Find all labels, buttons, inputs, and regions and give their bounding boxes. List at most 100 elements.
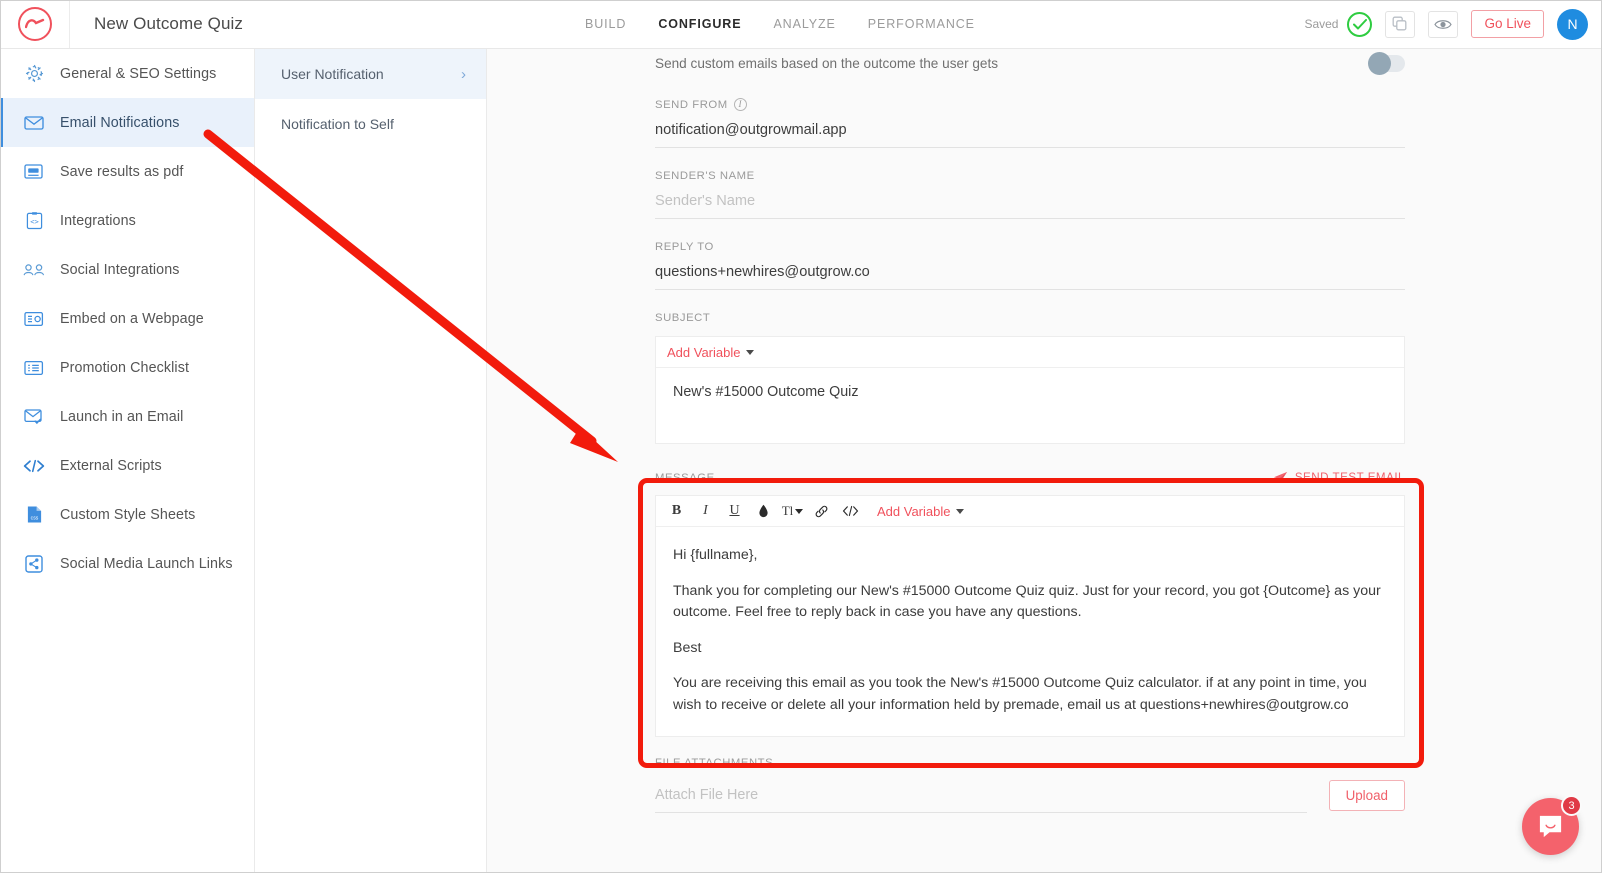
sidebar-item-launch-in-an-email[interactable]: Launch in an Email	[0, 392, 254, 441]
saved-check-icon	[1347, 11, 1373, 37]
main-content: Send custom emails based on the outcome …	[487, 49, 1602, 873]
message-paragraph: Hi {fullname},	[673, 547, 758, 563]
paper-plane-icon	[1273, 471, 1288, 484]
sidebar-label: External Scripts	[60, 457, 162, 474]
sender-name-input[interactable]: Sender's Name	[655, 193, 1405, 219]
tab-configure[interactable]: CONFIGURE	[658, 17, 741, 31]
sidebar-label: Launch in an Email	[60, 408, 184, 425]
user-avatar[interactable]: N	[1557, 8, 1588, 40]
main-nav-tabs: BUILD CONFIGURE ANALYZE PERFORMANCE	[585, 0, 975, 48]
intercom-launcher[interactable]: 3	[1522, 795, 1582, 855]
file-attachments-field: FILE ATTACHMENTS Attach File Here Upload	[655, 757, 1405, 814]
sender-name-label: SENDER'S NAME	[655, 170, 755, 182]
subject-input[interactable]: New's #15000 Outcome Quiz	[656, 368, 1404, 443]
tab-analyze[interactable]: ANALYZE	[773, 17, 835, 31]
tab-build[interactable]: BUILD	[585, 17, 626, 31]
sidebar-item-promotion-checklist[interactable]: Promotion Checklist	[0, 343, 254, 392]
subject-add-variable-label: Add Variable	[667, 344, 741, 360]
subnav-item-user-notification[interactable]: User Notification ›	[255, 49, 486, 99]
sidebar-label: Social Integrations	[60, 261, 180, 278]
chevron-down-icon	[746, 349, 755, 355]
duplicate-icon[interactable]	[1385, 10, 1416, 38]
sidebar-label: Integrations	[60, 212, 136, 229]
subject-toolbar: Add Variable	[656, 337, 1404, 368]
email-notification-subnav: User Notification › Notification to Self	[255, 49, 487, 873]
outgrow-logo-icon	[17, 7, 52, 41]
sender-name-field: SENDER'S NAME Sender's Name	[655, 170, 1405, 219]
sidebar-label: Email Notifications	[60, 114, 180, 131]
underline-icon[interactable]: U	[720, 496, 749, 526]
send-from-label: SEND FROM i	[655, 98, 1405, 111]
text-size-icon[interactable]: Tl	[778, 496, 807, 526]
checklist-icon	[22, 357, 46, 379]
saved-status-label: Saved	[1304, 17, 1339, 31]
embed-icon	[22, 308, 46, 330]
enable-custom-emails-toggle[interactable]	[1368, 52, 1405, 75]
top-bar-actions: Saved Go Live N	[1304, 0, 1588, 48]
upload-button[interactable]: Upload	[1328, 780, 1405, 812]
sidebar-item-external-scripts[interactable]: External Scripts	[0, 441, 254, 490]
reply-to-label: REPLY TO	[655, 241, 714, 253]
gear-icon	[22, 63, 46, 85]
file-attachments-label: FILE ATTACHMENTS	[655, 757, 774, 770]
preview-eye-icon[interactable]	[1428, 10, 1459, 38]
sidebar-label: General & SEO Settings	[60, 65, 217, 82]
integrations-icon: <>	[22, 210, 46, 232]
bold-icon[interactable]: B	[662, 496, 691, 526]
message-header: MESSAGE SEND TEST EMAIL	[655, 464, 1405, 484]
reply-to-field: REPLY TO questions+newhires@outgrow.co	[655, 241, 1405, 290]
text-color-icon[interactable]	[749, 496, 778, 526]
message-paragraph: You are receiving this email as you took…	[673, 675, 1367, 713]
sidebar-item-social-media-launch-links[interactable]: Social Media Launch Links	[0, 539, 254, 588]
reply-to-input[interactable]: questions+newhires@outgrow.co	[655, 264, 1405, 290]
sidebar-label: Save results as pdf	[60, 163, 184, 180]
intro-row: Send custom emails based on the outcome …	[655, 49, 1405, 76]
app-root: New Outcome Quiz BUILD CONFIGURE ANALYZE…	[0, 0, 1602, 873]
message-add-variable-button[interactable]: Add Variable	[877, 504, 965, 519]
send-from-input[interactable]: notification@outgrowmail.app	[655, 122, 1405, 148]
sidebar-item-general-seo-settings[interactable]: General & SEO Settings	[0, 49, 254, 98]
logo-container[interactable]	[0, 0, 70, 48]
settings-sidebar: General & SEO Settings Email Notificatio…	[0, 49, 255, 873]
svg-text:css: css	[30, 516, 38, 522]
link-icon[interactable]	[807, 496, 836, 526]
message-label: MESSAGE	[655, 472, 715, 484]
code-icon	[22, 455, 46, 477]
send-test-email-label: SEND TEST EMAIL	[1294, 471, 1405, 484]
sidebar-item-email-notifications[interactable]: Email Notifications	[0, 98, 254, 147]
go-live-button[interactable]: Go Live	[1471, 9, 1544, 39]
sidebar-item-save-results-as-pdf[interactable]: Save results as pdf	[0, 147, 254, 196]
message-body-input[interactable]: Hi {fullname}, Thank you for completing …	[656, 527, 1404, 736]
message-toolbar: B I U Tl Add Variable	[656, 496, 1404, 527]
sidebar-item-embed-on-a-webpage[interactable]: Embed on a Webpage	[0, 294, 254, 343]
svg-text:<>: <>	[30, 217, 39, 226]
toggle-knob	[1368, 52, 1391, 75]
sidebar-label: Custom Style Sheets	[60, 506, 196, 523]
subject-editor: Add Variable New's #15000 Outcome Quiz	[655, 336, 1405, 444]
css-file-icon: css	[22, 504, 46, 526]
sidebar-item-integrations[interactable]: <> Integrations	[0, 196, 254, 245]
sidebar-label: Embed on a Webpage	[60, 310, 204, 327]
subnav-label: User Notification	[281, 66, 384, 82]
subnav-item-notification-to-self[interactable]: Notification to Self	[255, 99, 486, 149]
intro-description: Send custom emails based on the outcome …	[655, 56, 999, 71]
quiz-title[interactable]: New Outcome Quiz	[94, 14, 243, 34]
chevron-down-icon	[956, 508, 965, 514]
sidebar-label: Promotion Checklist	[60, 359, 190, 376]
envelope-check-icon	[22, 406, 46, 428]
sidebar-item-custom-style-sheets[interactable]: css Custom Style Sheets	[0, 490, 254, 539]
sidebar-item-social-integrations[interactable]: Social Integrations	[0, 245, 254, 294]
italic-icon[interactable]: I	[691, 496, 720, 526]
subject-add-variable-button[interactable]: Add Variable	[667, 344, 755, 360]
message-editor: B I U Tl Add Variable Hi {fullname}, Tha…	[655, 495, 1405, 738]
send-from-field: SEND FROM i notification@outgrowmail.app	[655, 98, 1405, 148]
send-from-label-text: SEND FROM	[655, 98, 728, 111]
attach-file-input[interactable]: Attach File Here	[655, 787, 1307, 814]
tab-performance[interactable]: PERFORMANCE	[868, 17, 975, 31]
send-test-email-button[interactable]: SEND TEST EMAIL	[1273, 471, 1405, 484]
info-icon[interactable]: i	[733, 98, 747, 111]
subnav-label: Notification to Self	[281, 116, 394, 132]
people-icon	[22, 259, 46, 281]
envelope-icon	[22, 112, 46, 134]
source-code-icon[interactable]	[836, 496, 865, 526]
